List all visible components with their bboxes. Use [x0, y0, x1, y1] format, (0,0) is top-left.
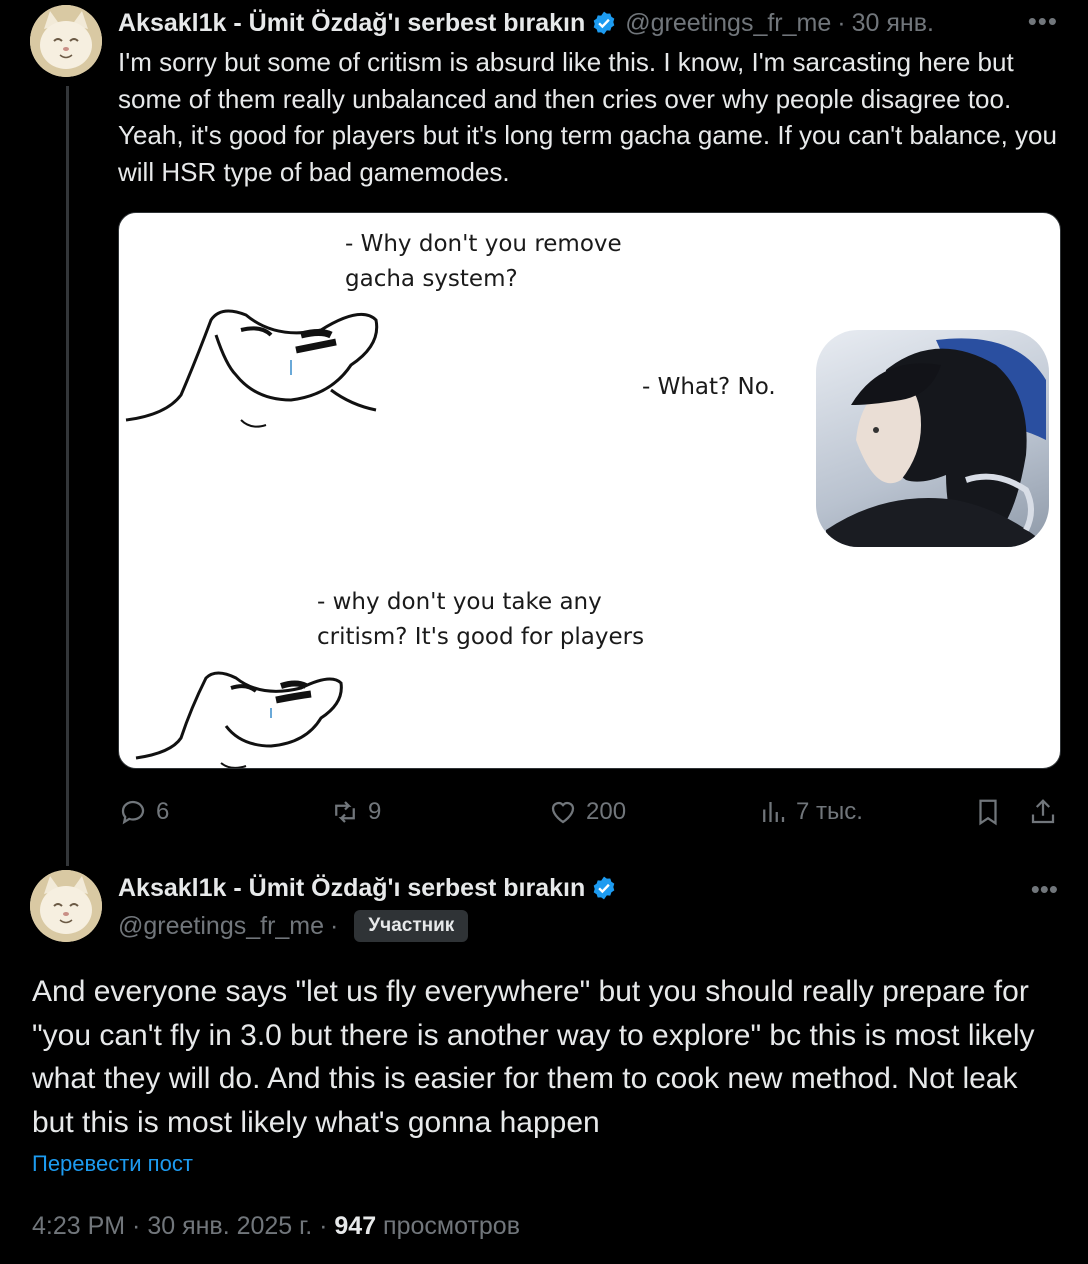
bookmark-button[interactable] [973, 792, 1003, 832]
thread-connector-line [66, 86, 69, 866]
meme-question-1-line-1: - Why don't you remove [345, 231, 622, 257]
like-button[interactable]: 200 [548, 792, 626, 832]
tweet-view-count: 947 [334, 1212, 377, 1240]
reply-button[interactable]: 6 [118, 792, 169, 832]
tweet-meta: 4:23 PM · 30 янв. 2025 г. · 947 просмотр… [32, 1212, 520, 1241]
wojak-drawing-icon [135, 671, 343, 768]
reply-count: 6 [156, 798, 170, 825]
meme-question-2-line-1: - why don't you take any [317, 589, 602, 615]
views-count: 7 тыс. [796, 798, 863, 825]
avatar[interactable] [30, 870, 102, 942]
tweet-date[interactable]: 30 янв. [852, 9, 934, 38]
tweet-media-image[interactable]: - Why don't you remove gacha system? - W… [118, 212, 1061, 769]
author-handle[interactable]: @greetings_fr_me [118, 912, 324, 941]
game-app-icon [816, 330, 1049, 547]
meme-question-1: - Why don't you remove gacha system? [345, 227, 622, 297]
cat-avatar-icon [30, 5, 102, 77]
tweet-header: Aksakl1k - Ümit Özdağ'ı serbest bırakın [118, 870, 625, 906]
author-name[interactable]: Aksakl1k - Ümit Özdağ'ı serbest bırakın [118, 874, 585, 903]
meme-question-1-line-2: gacha system? [345, 266, 518, 292]
wojak-drawing-icon [125, 309, 379, 428]
meme-question-2-line-2: critism? It's good for players [317, 624, 645, 650]
repost-count: 9 [368, 798, 382, 825]
views-button[interactable]: 7 тыс. [758, 792, 863, 832]
separator: · [837, 8, 846, 37]
verified-badge-icon[interactable] [591, 875, 617, 901]
views-icon [763, 802, 785, 822]
avatar[interactable] [30, 5, 102, 77]
subscriber-badge[interactable]: Участник [354, 910, 469, 942]
reply-icon [121, 800, 145, 825]
share-icon [1031, 799, 1055, 824]
author-name[interactable]: Aksakl1k - Ümit Özdağ'ı serbest bırakın [118, 9, 585, 38]
meme-question-2: - why don't you take any critism? It's g… [317, 585, 644, 655]
like-icon [551, 801, 575, 824]
separator: · [330, 911, 339, 940]
meme-answer: - What? No. [642, 374, 776, 400]
verified-badge-icon[interactable] [591, 10, 617, 36]
tweet-subheader: @greetings_fr_me · Участник [118, 908, 469, 944]
more-options-icon[interactable]: ••• [1031, 874, 1058, 905]
tweet-header: Aksakl1k - Ümit Özdağ'ı serbest bırakın … [118, 6, 1058, 40]
author-handle[interactable]: @greetings_fr_me [625, 9, 831, 38]
bookmark-icon [979, 799, 997, 826]
translate-post-link[interactable]: Перевести пост [32, 1151, 193, 1177]
tweet-text: I'm sorry but some of critism is absurd … [118, 47, 1057, 187]
repost-button[interactable]: 9 [330, 792, 381, 832]
cat-avatar-icon [30, 870, 102, 942]
tweet-view-label: просмотров [376, 1212, 520, 1240]
share-button[interactable] [1028, 792, 1058, 832]
more-options-icon[interactable]: ••• [1028, 6, 1058, 37]
tweet-timestamp[interactable]: 4:23 PM · 30 янв. 2025 г. · [32, 1212, 334, 1240]
tweet-actions: 6 9 200 7 тыс. [118, 792, 1068, 832]
like-count: 200 [586, 798, 627, 825]
repost-icon [335, 801, 355, 823]
tweet-text: And everyone says "let us fly everywhere… [32, 975, 1035, 1139]
